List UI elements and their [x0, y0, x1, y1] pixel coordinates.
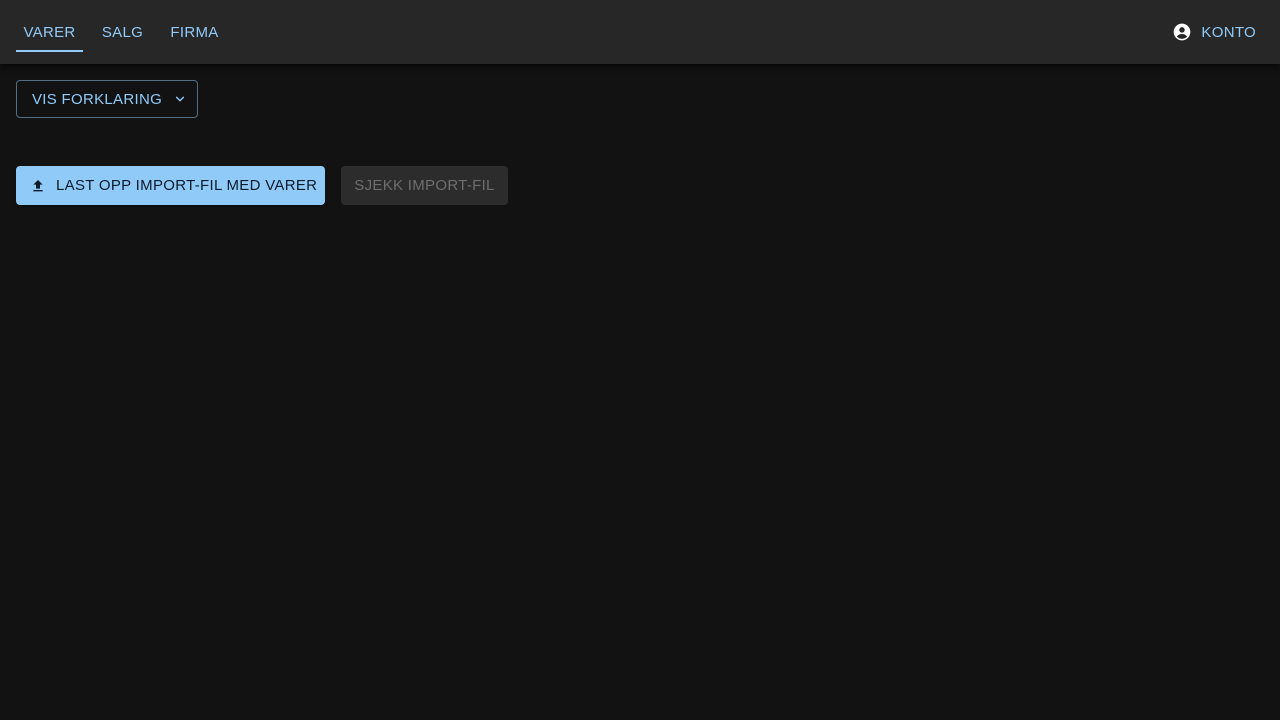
- tab-varer-label: VARER: [23, 23, 76, 41]
- check-import-file-button[interactable]: SJEKK IMPORT-FIL: [341, 166, 508, 205]
- upload-import-file-button[interactable]: LAST OPP IMPORT-FIL MED VARER: [16, 166, 325, 205]
- tab-varer[interactable]: VARER: [16, 0, 83, 64]
- show-explanation-label: VIS FORKLARING: [32, 90, 163, 108]
- check-import-file-label: SJEKK IMPORT-FIL: [354, 177, 495, 194]
- tab-salg-label: SALG: [101, 23, 144, 41]
- tab-salg[interactable]: SALG: [94, 0, 151, 64]
- account-label: KONTO: [1201, 23, 1256, 41]
- upload-import-file-label: LAST OPP IMPORT-FIL MED VARER: [56, 177, 318, 194]
- show-explanation-button[interactable]: VIS FORKLARING: [16, 80, 198, 118]
- app-bar: VARER SALG FIRMA KONTO: [0, 0, 1280, 64]
- chevron-down-icon: [172, 91, 188, 107]
- account-button[interactable]: KONTO: [1162, 16, 1266, 48]
- tab-firma-label: FIRMA: [170, 23, 219, 41]
- upload-icon: [30, 178, 46, 194]
- account-circle-icon: [1172, 22, 1192, 42]
- tab-firma[interactable]: FIRMA: [162, 0, 227, 64]
